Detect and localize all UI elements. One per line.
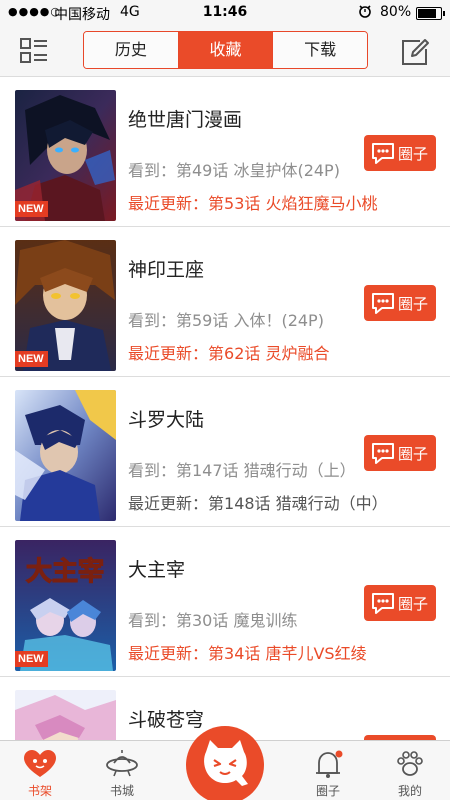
new-badge: NEW <box>15 201 48 217</box>
tab-circle[interactable]: 圈子 <box>288 741 368 800</box>
reading-progress: 看到：第30话 魔鬼训练 <box>128 611 298 630</box>
circle-button[interactable]: 圈子 <box>364 285 436 321</box>
svg-text:大主宰: 大主宰 <box>26 556 104 587</box>
bell-icon <box>316 750 343 778</box>
tab-history[interactable]: 历史 <box>84 32 179 68</box>
top-nav-bar: 历史 收藏 下载 <box>0 26 450 77</box>
latest-update-prefix: 最近更新： <box>128 494 209 513</box>
tab-bookstore[interactable]: 书城 <box>82 741 162 800</box>
latest-update: 最近更新：第62话 灵炉融合 <box>128 340 329 364</box>
tab-bookshelf[interactable]: 书架 <box>0 741 80 800</box>
chat-bubble-icon <box>372 443 394 464</box>
comic-cover-image[interactable] <box>15 390 116 521</box>
new-badge: NEW <box>15 351 48 367</box>
comic-title[interactable]: 绝世唐门漫画 <box>128 105 242 132</box>
tab-mine-label: 我的 <box>397 784 422 798</box>
screen: ●●●●○ 中国移动 4G 11:46 80% 历史 收藏 下载 NEW 绝世唐… <box>0 0 450 800</box>
favorites-list: NEW 绝世唐门漫画 看到：第49话 冰皇护体(24P) 最近更新：第53话 火… <box>0 77 450 740</box>
reading-progress: 看到：第59话 入体！(24P) <box>128 311 324 330</box>
latest-update-prefix: 最近更新： <box>128 344 209 363</box>
latest-update: 最近更新：第148话 猎魂行动（中） <box>128 490 388 514</box>
tab-bookshelf-label: 书架 <box>27 784 52 798</box>
new-badge: NEW <box>15 651 48 667</box>
comic-title[interactable]: 大主宰 <box>128 555 185 582</box>
reading-progress: 看到：第49话 冰皇护体(24P) <box>128 161 340 180</box>
latest-update-chapter: 第148话 猎魂行动（中） <box>208 494 388 513</box>
latest-update-chapter: 第53话 火焰狂魔马小桃 <box>208 194 378 213</box>
battery-icon <box>416 7 445 20</box>
list-menu-icon[interactable] <box>20 38 48 64</box>
latest-update: 最近更新：第53话 火焰狂魔马小桃 <box>128 190 377 214</box>
circle-button-label: 圈子 <box>398 595 429 613</box>
comic-cover-image[interactable] <box>15 690 116 740</box>
cat-face-search-icon <box>204 740 248 786</box>
circle-button[interactable]: 圈子 <box>364 585 436 621</box>
circle-button[interactable]: 圈子 <box>364 435 436 471</box>
circle-button-label: 圈子 <box>398 145 429 163</box>
edit-icon[interactable] <box>400 38 430 66</box>
latest-update-prefix: 最近更新： <box>128 644 209 663</box>
list-item[interactable]: 大主宰 NEW 大主宰 看到：第30话 魔鬼训练 最近更新：第34话 唐芊儿VS… <box>0 527 450 677</box>
tab-circle-label: 圈子 <box>315 784 340 798</box>
circle-button-label: 圈子 <box>398 445 429 463</box>
chat-bubble-icon <box>372 293 394 314</box>
comic-title[interactable]: 斗罗大陆 <box>128 405 204 432</box>
reading-progress: 看到：第147话 猎魂行动（上） <box>128 461 356 480</box>
list-item[interactable]: NEW 绝世唐门漫画 看到：第49话 冰皇护体(24P) 最近更新：第53话 火… <box>0 77 450 227</box>
heart-face-icon <box>24 750 56 777</box>
tab-bookstore-label: 书城 <box>109 784 134 798</box>
status-bar: ●●●●○ 中国移动 4G 11:46 80% <box>0 0 450 26</box>
list-item[interactable]: 斗罗大陆 看到：第147话 猎魂行动（上） 最近更新：第148话 猎魂行动（中）… <box>0 377 450 527</box>
battery-percent: 80% <box>380 4 412 20</box>
latest-update-chapter: 第62话 灵炉融合 <box>208 344 330 363</box>
tab-downloads[interactable]: 下载 <box>273 32 367 68</box>
paw-icon <box>397 751 423 776</box>
ufo-icon <box>106 750 138 777</box>
comic-cover-image[interactable]: NEW <box>15 90 116 221</box>
center-search-button[interactable] <box>186 726 264 800</box>
alarm-icon <box>359 5 371 18</box>
tab-mine[interactable]: 我的 <box>370 741 450 800</box>
list-item[interactable]: NEW 神印王座 看到：第59话 入体！(24P) 最近更新：第62话 灵炉融合… <box>0 227 450 377</box>
battery-fill <box>418 9 436 18</box>
chat-bubble-icon <box>372 593 394 614</box>
segmented-control: 历史 收藏 下载 <box>83 31 368 69</box>
latest-update-prefix: 最近更新： <box>128 194 209 213</box>
comic-cover-image[interactable]: 大主宰 NEW <box>15 540 116 671</box>
comic-title[interactable]: 神印王座 <box>128 255 204 282</box>
circle-button[interactable]: 圈子 <box>364 135 436 171</box>
latest-update: 最近更新：第34话 唐芊儿VS红绫 <box>128 640 367 664</box>
latest-update-chapter: 第34话 唐芊儿VS红绫 <box>208 644 367 663</box>
comic-cover-image[interactable]: NEW <box>15 240 116 371</box>
chat-bubble-icon <box>372 143 394 164</box>
tab-favorites[interactable]: 收藏 <box>178 32 274 68</box>
circle-button-label: 圈子 <box>398 295 429 313</box>
